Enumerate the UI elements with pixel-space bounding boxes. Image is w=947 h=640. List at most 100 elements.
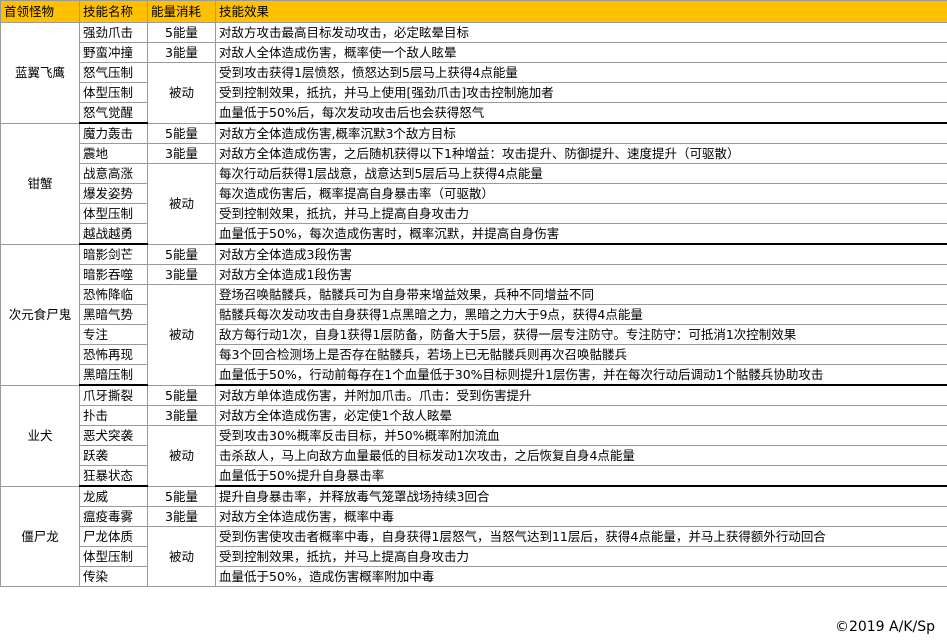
table-row: 爆发姿势 每次造成伤害后，概率提高自身暴击率（可驱散）	[1, 183, 947, 204]
table-body: 蓝翼飞鹰 强劲爪击 5能量 对敌方攻击最高目标发动攻击，必定眩晕目标 野蛮冲撞 …	[0, 22, 947, 587]
table-row: 跃袭 击杀敌人，马上向敌方血量最低的目标发动1次攻击，之后恢复自身4点能量	[1, 445, 947, 466]
table-row: 怒气觉醒 血量低于50%后，每次发动攻击后也会获得怒气	[1, 102, 947, 124]
skill-name: 魔力轰击	[79, 122, 148, 144]
table-row: 越战越勇 血量低于50%，每次造成伤害时，概率沉默，并提高自身伤害	[1, 223, 947, 245]
boss-name: 钳蟹	[0, 122, 80, 245]
table-row: 体型压制 受到控制效果，抵抗，并马上提高自身攻击力	[1, 203, 947, 224]
energy-cost: 3能量	[147, 405, 216, 426]
skill-effect: 受到控制效果，抵抗，并马上提高自身攻击力	[215, 203, 947, 224]
boss-skill-table: 首领怪物 技能名称 能量消耗 技能效果 蓝翼飞鹰 强劲爪击 5能量 对敌方攻击最…	[0, 0, 947, 587]
skill-effect: 血量低于50%后，每次发动攻击后也会获得怒气	[215, 102, 947, 124]
skill-name: 黑暗气势	[79, 304, 148, 325]
skill-name: 强劲爪击	[79, 22, 148, 43]
skill-effect: 血量低于50%提升自身暴击率	[215, 465, 947, 487]
skill-effect: 对敌方单体造成伤害，并附加爪击。爪击：受到伤害提升	[215, 384, 947, 406]
skill-effect: 对敌方攻击最高目标发动攻击，必定眩晕目标	[215, 22, 947, 43]
skill-effect: 对敌方全体造成伤害,概率沉默3个敌方目标	[215, 122, 947, 144]
skill-name: 爪牙撕裂	[79, 384, 148, 406]
copyright-watermark: ©2019 A/K/Sp	[832, 619, 937, 635]
table-row: 野蛮冲撞 3能量 对敌人全体造成伤害，概率使一个敌人眩晕	[1, 42, 947, 63]
table-row: 次元食尸鬼 暗影剑芒 5能量 对敌方全体造成3段伤害	[0, 243, 947, 386]
energy-cost: 5能量	[147, 22, 216, 43]
header-energy-cost: 能量消耗	[147, 0, 216, 23]
skill-effect: 对敌方全体造成伤害，之后随机获得以下1种增益：攻击提升、防御提升、速度提升（可驱…	[215, 143, 947, 164]
skill-effect: 登场召唤骷髅兵，骷髅兵可为自身带来增益效果，兵种不同增益不同	[215, 284, 947, 305]
skill-effect: 血量低于50%，每次造成伤害时，概率沉默，并提高自身伤害	[215, 223, 947, 245]
table-row: 蓝翼飞鹰 强劲爪击 5能量 对敌方攻击最高目标发动攻击，必定眩晕目标	[0, 22, 947, 124]
table-row: 体型压制 受到控制效果，抵抗，并马上使用[强劲爪击]攻击控制施加者	[1, 82, 947, 103]
skill-name: 跃袭	[79, 445, 148, 466]
table-row: 恶犬突袭 被动 受到攻击30%概率反击目标，并50%概率附加流血	[1, 425, 947, 487]
table-row: 专注 敌方每行动1次，自身1获得1层防备，防备大于5层，获得一层专注防守。专注防…	[1, 324, 947, 345]
skill-effect: 敌方每行动1次，自身1获得1层防备，防备大于5层，获得一层专注防守。专注防守：可…	[215, 324, 947, 345]
skill-effect: 骷髅兵每次发动攻击自身获得1点黑暗之力，黑暗之力大于9点，获得4点能量	[215, 304, 947, 325]
passive-label: 被动	[147, 526, 216, 587]
energy-cost: 3能量	[147, 143, 216, 164]
skill-effect: 每次行动后获得1层战意，战意达到5层后马上获得4点能量	[215, 163, 947, 184]
header-row: 首领怪物 技能名称 能量消耗 技能效果	[0, 0, 947, 23]
header-boss: 首领怪物	[0, 0, 80, 23]
skill-name: 尸龙体质	[79, 526, 148, 547]
skill-name: 越战越勇	[79, 223, 148, 245]
energy-cost: 3能量	[147, 506, 216, 527]
skill-name: 恶犬突袭	[79, 425, 148, 446]
table-row: 体型压制 受到控制效果，抵抗，并马上提高自身攻击力	[1, 546, 947, 567]
header-skill-name: 技能名称	[79, 0, 148, 23]
skill-effect: 提升自身暴击率，并释放毒气笼罩战场持续3回合	[215, 485, 947, 507]
energy-cost: 5能量	[147, 485, 216, 507]
skill-name: 爆发姿势	[79, 183, 148, 204]
skill-effect: 对敌方全体造成伤害，必定使1个敌人眩晕	[215, 405, 947, 426]
skill-name: 恐怖再现	[79, 344, 148, 365]
table-row: 战意高涨 被动 每次行动后获得1层战意，战意达到5层后马上获得4点能量	[1, 163, 947, 245]
table-row: 黑暗压制 血量低于50%，行动前每存在1个血量低于30%目标则提升1层伤害，并在…	[1, 364, 947, 386]
skill-name: 狂暴状态	[79, 465, 148, 487]
table-row: 僵尸龙 龙威 5能量 提升自身暴击率，并释放毒气笼罩战场持续3回合	[0, 485, 947, 587]
skill-name: 震地	[79, 143, 148, 164]
table-row: 恐怖降临 被动 登场召唤骷髅兵，骷髅兵可为自身带来增益效果，兵种不同增益不同	[1, 284, 947, 386]
skill-effect: 每3个回合检测场上是否存在骷髅兵，若场上已无骷髅兵则再次召唤骷髅兵	[215, 344, 947, 365]
energy-cost: 5能量	[147, 122, 216, 144]
boss-name: 次元食尸鬼	[0, 243, 80, 386]
skill-name: 体型压制	[79, 546, 148, 567]
skill-effect: 血量低于50%，行动前每存在1个血量低于30%目标则提升1层伤害，并在每次行动后…	[215, 364, 947, 386]
passive-label: 被动	[147, 284, 216, 386]
skill-effect: 血量低于50%，造成伤害概率附加中毒	[215, 566, 947, 587]
skill-effect: 击杀敌人，马上向敌方血量最低的目标发动1次攻击，之后恢复自身4点能量	[215, 445, 947, 466]
energy-cost: 3能量	[147, 264, 216, 285]
passive-label: 被动	[147, 62, 216, 124]
skill-effect: 受到伤害使攻击者概率中毒，自身获得1层怒气，当怒气达到11层后，获得4点能量，并…	[215, 526, 947, 547]
skill-name: 龙威	[79, 485, 148, 507]
table-row: 狂暴状态 血量低于50%提升自身暴击率	[1, 465, 947, 487]
table-row: 尸龙体质 被动 受到伤害使攻击者概率中毒，自身获得1层怒气，当怒气达到11层后，…	[1, 526, 947, 587]
header-skill-effect: 技能效果	[215, 0, 947, 23]
passive-label: 被动	[147, 425, 216, 487]
skill-name: 扑击	[79, 405, 148, 426]
skill-name: 体型压制	[79, 82, 148, 103]
table-row: 传染 血量低于50%，造成伤害概率附加中毒	[1, 566, 947, 587]
skill-name: 瘟疫毒雾	[79, 506, 148, 527]
skill-effect: 对敌方全体造成1段伤害	[215, 264, 947, 285]
skill-effect: 受到控制效果，抵抗，并马上提高自身攻击力	[215, 546, 947, 567]
table-row: 业犬 爪牙撕裂 5能量 对敌方单体造成伤害，并附加爪击。爪击：受到伤害提升	[0, 384, 947, 487]
table-row: 震地 3能量 对敌方全体造成伤害，之后随机获得以下1种增益：攻击提升、防御提升、…	[1, 143, 947, 164]
skill-name: 黑暗压制	[79, 364, 148, 386]
table-row: 怒气压制 被动 受到攻击获得1层愤怒，愤怒达到5层马上获得4点能量	[1, 62, 947, 124]
skill-name: 怒气压制	[79, 62, 148, 83]
table-row: 扑击 3能量 对敌方全体造成伤害，必定使1个敌人眩晕	[1, 405, 947, 426]
skill-effect: 受到攻击获得1层愤怒，愤怒达到5层马上获得4点能量	[215, 62, 947, 83]
energy-cost: 5能量	[147, 384, 216, 406]
energy-cost: 3能量	[147, 42, 216, 63]
skill-name: 暗影吞噬	[79, 264, 148, 285]
skill-name: 战意高涨	[79, 163, 148, 184]
skill-name: 怒气觉醒	[79, 102, 148, 124]
skill-name: 恐怖降临	[79, 284, 148, 305]
table-row: 钳蟹 魔力轰击 5能量 对敌方全体造成伤害,概率沉默3个敌方目标	[0, 122, 947, 245]
boss-name: 僵尸龙	[0, 485, 80, 587]
passive-label: 被动	[147, 163, 216, 245]
boss-name: 蓝翼飞鹰	[0, 22, 80, 124]
table-row: 暗影吞噬 3能量 对敌方全体造成1段伤害	[1, 264, 947, 285]
skill-name: 野蛮冲撞	[79, 42, 148, 63]
skill-name: 专注	[79, 324, 148, 345]
skill-effect: 受到控制效果，抵抗，并马上使用[强劲爪击]攻击控制施加者	[215, 82, 947, 103]
table-row: 黑暗气势 骷髅兵每次发动攻击自身获得1点黑暗之力，黑暗之力大于9点，获得4点能量	[1, 304, 947, 325]
